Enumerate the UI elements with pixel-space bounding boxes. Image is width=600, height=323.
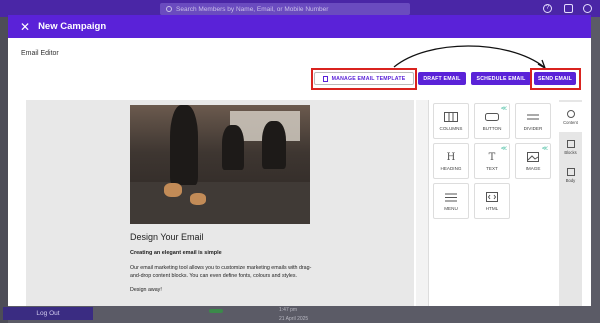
- block-label: HTML: [485, 205, 499, 211]
- email-editor-label: Email Editor: [21, 50, 59, 57]
- email-content: Design Your Email Creating an elegant em…: [130, 232, 320, 300]
- close-icon[interactable]: ✕: [20, 21, 30, 33]
- email-canvas[interactable]: Design Your Email Creating an elegant em…: [26, 100, 414, 306]
- search-input[interactable]: Search Members by Name, Email, or Mobile…: [160, 3, 410, 15]
- block-menu[interactable]: MENU: [433, 183, 469, 219]
- tag-icon: ≪: [541, 146, 548, 152]
- tag-icon: ≪: [500, 106, 507, 112]
- new-campaign-modal: ✕ New Campaign Email Editor MANAGE EMAIL…: [8, 15, 591, 306]
- email-closing: Design away!: [130, 287, 162, 293]
- email-body: Our email marketing tool allows you to c…: [130, 265, 312, 279]
- body-icon: [566, 167, 575, 176]
- tab-label: Content: [563, 119, 578, 125]
- text-icon: T: [488, 151, 496, 163]
- block-columns[interactable]: COLUMNS: [433, 103, 469, 139]
- tab-blocks[interactable]: Blocks: [559, 132, 582, 162]
- photo-person: [222, 125, 244, 170]
- canvas-scrollbar[interactable]: [416, 100, 428, 306]
- search-placeholder: Search Members by Name, Email, or Mobile…: [176, 5, 329, 13]
- block-html[interactable]: HTML: [474, 183, 510, 219]
- status-badge: [209, 309, 223, 313]
- block-label: HEADING: [440, 165, 462, 171]
- block-label: MENU: [444, 205, 458, 211]
- tag-icon: ≪: [500, 146, 507, 152]
- block-label: DIVIDER: [523, 125, 543, 131]
- content-icon: [566, 109, 575, 118]
- tab-content[interactable]: Content: [559, 102, 582, 132]
- help-icon[interactable]: ?: [543, 4, 552, 13]
- email-subheading: Creating an elegant email is simple: [130, 250, 222, 256]
- columns-icon: [444, 112, 458, 123]
- logout-button[interactable]: Log Out: [3, 307, 93, 320]
- heading-icon: H: [446, 151, 456, 163]
- search-icon: [166, 6, 172, 12]
- panel-divider: [428, 100, 429, 306]
- bg-time: 1:47 pm: [279, 307, 298, 313]
- profile-icon[interactable]: [583, 4, 592, 13]
- menu-icon: [444, 192, 458, 203]
- photo-person: [262, 121, 286, 169]
- photo-shoe: [190, 193, 206, 205]
- bell-icon[interactable]: [564, 4, 573, 13]
- block-label: TEXT: [486, 165, 498, 171]
- divider-icon: [526, 112, 540, 123]
- tab-label: Blocks: [564, 149, 577, 155]
- hero-image: [130, 105, 310, 224]
- block-divider[interactable]: DIVIDER: [515, 103, 551, 139]
- html-icon: [485, 192, 499, 203]
- tab-body[interactable]: Body: [559, 160, 582, 190]
- photo-person: [170, 105, 198, 185]
- block-image[interactable]: ≪ IMAGE: [515, 143, 551, 179]
- photo-floor: [130, 182, 310, 224]
- highlight-box-send: [530, 68, 581, 90]
- modal-title: New Campaign: [38, 21, 107, 32]
- block-label: IMAGE: [525, 165, 541, 171]
- draft-email-button[interactable]: DRAFT EMAIL: [418, 72, 466, 85]
- bg-date: 21 April 2025: [279, 316, 309, 322]
- block-text[interactable]: ≪ T TEXT: [474, 143, 510, 179]
- button-icon: [485, 112, 499, 123]
- side-tabs: Content Blocks Body: [559, 100, 582, 306]
- sidebar: [0, 17, 8, 323]
- image-icon: [526, 152, 540, 163]
- schedule-email-button[interactable]: SCHEDULE EMAIL: [471, 72, 531, 85]
- block-button[interactable]: ≪ BUTTON: [474, 103, 510, 139]
- tab-label: Body: [565, 177, 576, 183]
- block-heading[interactable]: H HEADING: [433, 143, 469, 179]
- email-heading: Design Your Email: [130, 232, 204, 242]
- modal-header: ✕ New Campaign: [8, 15, 591, 38]
- photo-shoe: [164, 183, 182, 197]
- highlight-box-manage: [311, 68, 417, 90]
- block-label: COLUMNS: [439, 125, 463, 131]
- block-label: BUTTON: [482, 125, 502, 131]
- blocks-icon: [566, 139, 575, 148]
